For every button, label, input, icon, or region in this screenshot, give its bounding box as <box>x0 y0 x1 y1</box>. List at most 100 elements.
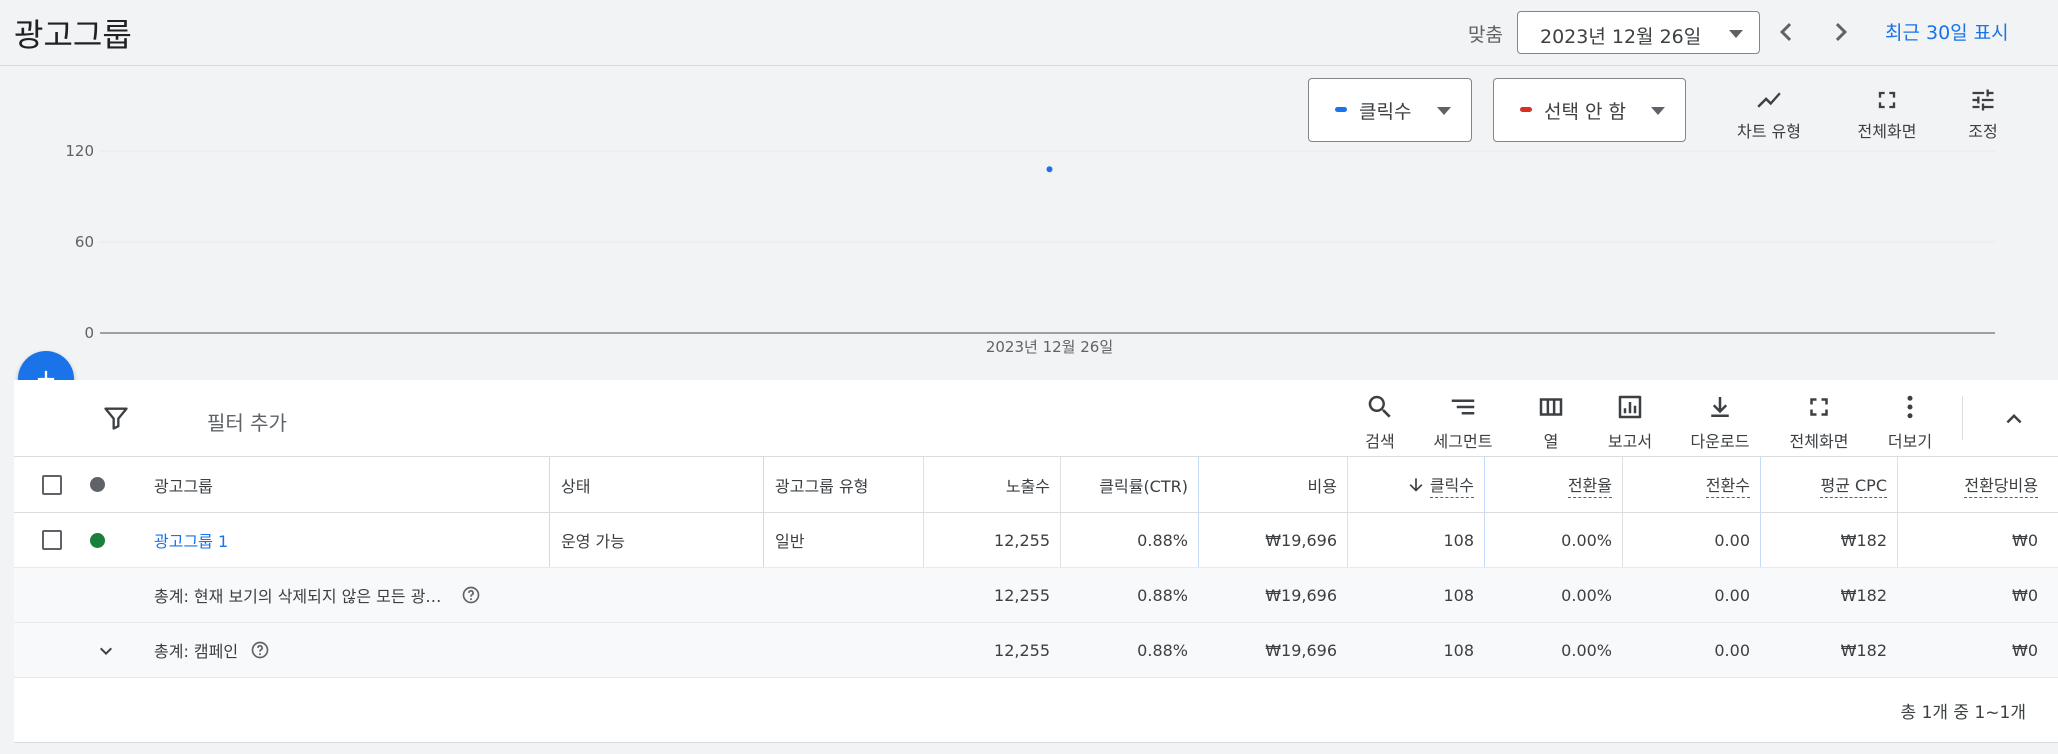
table-toolbar: 필터 추가 검색 세그먼트 열 보고서 다운로드 전체화면 더보기 <box>14 380 2058 457</box>
header-label: 전환수 <box>1705 472 1750 498</box>
header-avg-cpc[interactable]: 평균 CPC <box>1760 457 1897 512</box>
table-fullscreen-button[interactable]: 전체화면 <box>1769 392 1869 452</box>
row-checkbox[interactable] <box>42 530 62 550</box>
chevron-right-icon <box>1835 23 1847 41</box>
header-label: 클릭수 <box>1429 472 1474 498</box>
header-cost-per-conv[interactable]: 전환당비용 <box>1897 457 2048 512</box>
header-adgroup[interactable]: 광고그룹 <box>142 457 549 512</box>
header-clicks[interactable]: 클릭수 <box>1347 457 1484 512</box>
add-filter-input[interactable]: 필터 추가 <box>207 407 287 436</box>
cell-cost: ₩19,696 <box>1265 585 1337 605</box>
cell-clicks: 108 <box>1443 530 1474 550</box>
segment-icon <box>1451 399 1475 415</box>
tool-label: 세그먼트 <box>1433 432 1493 451</box>
cell-cost-per-conv: ₩0 <box>2012 585 2038 605</box>
line-chart-icon <box>1757 92 1781 108</box>
cell-conv-rate: 0.00% <box>1561 640 1612 660</box>
fit-label: 맞춤 <box>1468 24 1503 46</box>
chart-fullscreen-button[interactable]: 전체화면 <box>1842 86 1932 142</box>
y-tick-label: 60 <box>75 233 94 251</box>
header-label: 평균 CPC <box>1820 472 1887 498</box>
toolbar-divider <box>1962 396 1963 440</box>
cell-avg-cpc: ₩182 <box>1840 585 1887 605</box>
cell-cost: ₩19,696 <box>1265 530 1337 550</box>
table-header-row: 광고그룹 상태 광고그룹 유형 노출수 클릭률(CTR) 비용 클릭수 전환율 … <box>14 457 2058 513</box>
chart-data-point[interactable] <box>1046 166 1053 173</box>
table-row: 광고그룹 1 운영 가능 일반 12,255 0.88% ₩19,696 108… <box>14 513 2058 568</box>
header-label: 전환당비용 <box>1964 472 2038 498</box>
total-label-cell: 총계: 캠페인 <box>142 623 549 677</box>
download-button[interactable]: 다운로드 <box>1670 392 1770 452</box>
cell-type: 일반 <box>775 532 805 551</box>
tool-label: 전체화면 <box>1857 122 1917 141</box>
status-enabled-icon[interactable] <box>90 533 105 548</box>
header-ctr[interactable]: 클릭률(CTR) <box>1060 457 1198 512</box>
header-cost[interactable]: 비용 <box>1198 457 1347 512</box>
tool-label: 다운로드 <box>1690 432 1750 451</box>
header-impressions[interactable]: 노출수 <box>923 457 1060 512</box>
y-tick-label: 120 <box>65 142 94 160</box>
header-label: 클릭률(CTR) <box>1099 476 1188 496</box>
total-row: 총계: 현재 보기의 삭제되지 않은 모든 광… 12,255 0.88% ₩1… <box>14 568 2058 623</box>
chevron-down-icon <box>1729 30 1743 38</box>
date-range-select[interactable]: 2023년 12월 26일 <box>1517 11 1760 54</box>
metric-label: 선택 안 함 <box>1544 101 1626 123</box>
header-type[interactable]: 광고그룹 유형 <box>763 457 923 512</box>
show-recent-30-days-link[interactable]: 최근 30일 표시 <box>1885 18 2009 45</box>
chevron-down-icon[interactable] <box>92 639 120 663</box>
adgroup-name: 광고그룹 1 <box>154 532 229 551</box>
chevron-down-icon <box>1437 107 1451 115</box>
page: 광고그룹 맞춤 2023년 12월 26일 최근 30일 표시 0 60 120 20… <box>0 0 2058 754</box>
header-conv-rate[interactable]: 전환율 <box>1484 457 1622 512</box>
header-conversions[interactable]: 전환수 <box>1622 457 1760 512</box>
tune-icon <box>1972 89 1994 111</box>
tool-label: 조정 <box>1968 122 1998 141</box>
cell-conversions: 0.00 <box>1714 640 1750 660</box>
chevron-up-icon[interactable] <box>1999 404 2029 434</box>
cell-ctr: 0.88% <box>1137 640 1188 660</box>
select-all-checkbox[interactable] <box>42 475 62 495</box>
filter-icon[interactable] <box>102 404 130 432</box>
columns-icon <box>1539 398 1563 416</box>
more-button[interactable]: 더보기 <box>1860 392 1960 452</box>
cell-conv-rate: 0.00% <box>1561 585 1612 605</box>
cell-avg-cpc: ₩182 <box>1840 640 1887 660</box>
pagination-summary: 총 1개 중 1~1개 <box>1900 703 2026 723</box>
metric-color-swatch <box>1335 107 1347 112</box>
fullscreen-icon <box>1878 91 1896 109</box>
cell-clicks: 108 <box>1443 585 1474 605</box>
next-period-button[interactable] <box>1823 14 1859 50</box>
metric-color-swatch <box>1520 107 1532 112</box>
more-vert-icon <box>1907 395 1913 419</box>
header-label: 광고그룹 <box>154 476 213 496</box>
chart-adjust-button[interactable]: 조정 <box>1938 86 2028 142</box>
cell-cost: ₩19,696 <box>1265 640 1337 660</box>
cell-cost-per-conv: ₩0 <box>2012 640 2038 660</box>
prev-period-button[interactable] <box>1768 14 1804 50</box>
tool-label: 보고서 <box>1607 432 1653 451</box>
cell-cost-per-conv: ₩0 <box>2012 530 2038 550</box>
tool-label: 더보기 <box>1887 432 1933 451</box>
cell-ctr: 0.88% <box>1137 530 1188 550</box>
help-icon[interactable] <box>250 640 270 660</box>
status-column-icon <box>90 477 105 492</box>
reports-button[interactable]: 보고서 <box>1580 392 1680 452</box>
cell-avg-cpc: ₩182 <box>1840 530 1887 550</box>
header-label: 상태 <box>561 476 591 496</box>
page-title: 광고그룹 <box>14 16 132 54</box>
segment-button[interactable]: 세그먼트 <box>1413 392 1513 452</box>
help-icon[interactable] <box>461 585 481 605</box>
total-label: 총계: 캠페인 <box>154 642 239 661</box>
cell-conv-rate: 0.00% <box>1561 530 1612 550</box>
adgroup-name-link[interactable]: 광고그룹 1 <box>142 513 549 567</box>
chart-type-button[interactable]: 차트 유형 <box>1724 86 1814 142</box>
cell-impressions: 12,255 <box>994 585 1050 605</box>
page-header: 광고그룹 맞춤 2023년 12월 26일 최근 30일 표시 <box>0 0 2058 66</box>
header-status[interactable]: 상태 <box>549 457 763 512</box>
metric-select-primary[interactable]: 클릭수 <box>1308 78 1472 142</box>
metric-select-secondary[interactable]: 선택 안 함 <box>1493 78 1686 142</box>
y-tick-label: 0 <box>84 324 94 342</box>
arrow-down-icon <box>1409 477 1423 492</box>
fullscreen-icon <box>1810 398 1828 416</box>
date-range-value: 2023년 12월 26일 <box>1540 26 1702 48</box>
